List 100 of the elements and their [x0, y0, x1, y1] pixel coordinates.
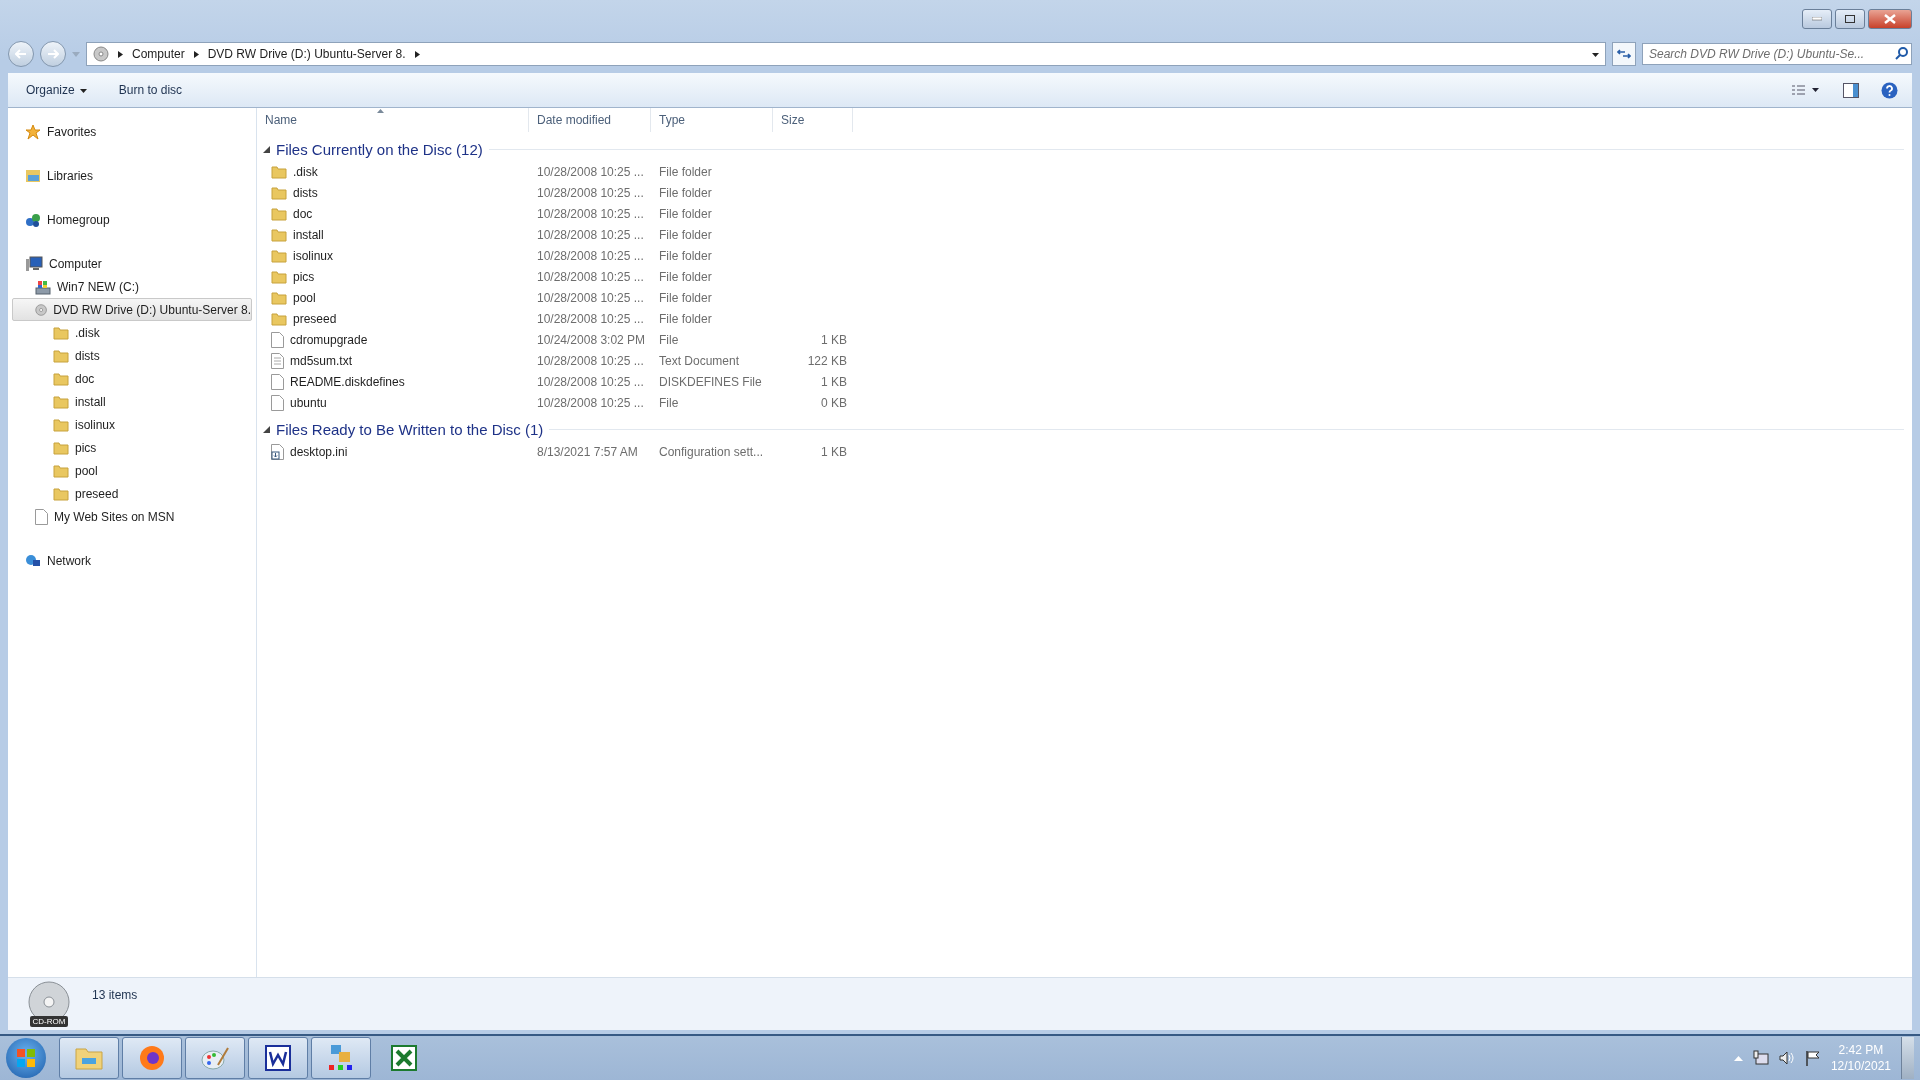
search-icon: [1895, 47, 1908, 60]
column-header[interactable]: Name: [257, 108, 529, 132]
file-name[interactable]: doc: [293, 206, 313, 221]
file-name[interactable]: preseed: [293, 311, 337, 326]
sidebar-item[interactable]: preseed: [12, 482, 252, 505]
sidebar-item[interactable]: Network: [12, 549, 252, 572]
spreadsheet-x-icon: [391, 1045, 417, 1071]
sidebar-item[interactable]: doc: [12, 367, 252, 390]
browser-icon: [138, 1044, 166, 1072]
column-header[interactable]: Size: [773, 108, 853, 132]
breadcrumb[interactable]: Computer: [132, 47, 185, 61]
folder-icon: [271, 269, 287, 284]
sidebar-item[interactable]: Computer: [12, 252, 252, 275]
group-heading[interactable]: Files Ready to Be Written to the Disc (1): [276, 420, 544, 438]
file-type: File folder: [659, 185, 712, 200]
date-modified: 10/28/2008 10:25 ...: [537, 185, 644, 200]
file-size: 1 KB: [821, 332, 847, 347]
forward-button[interactable]: [40, 41, 66, 67]
column-header[interactable]: Date modified: [529, 108, 651, 132]
toolbar-button[interactable]: Organize: [22, 80, 91, 100]
date-modified: 8/13/2021 7:57 AM: [537, 444, 638, 459]
folder-icon: [271, 227, 287, 242]
group-heading[interactable]: Files Currently on the Disc (12): [276, 140, 483, 158]
drive-icon: [35, 278, 51, 295]
folder-icon: [53, 417, 69, 432]
file-name[interactable]: install: [293, 227, 324, 242]
forward-arrow-icon: [47, 49, 59, 59]
file-size: 1 KB: [821, 444, 847, 459]
sidebar-item[interactable]: My Web Sites on MSN: [12, 505, 252, 528]
sidebar-item[interactable]: isolinux: [12, 413, 252, 436]
folder-icon: [271, 290, 287, 305]
toolbar-button[interactable]: Burn to disc: [114, 80, 187, 100]
speaker-icon[interactable]: [1778, 1050, 1795, 1066]
disc-icon: [35, 301, 48, 318]
collapse-arrow-icon[interactable]: [263, 425, 270, 433]
sort-arrow-icon: [377, 109, 384, 113]
file-size: 1 KB: [821, 374, 847, 389]
file-type: File folder: [659, 269, 712, 284]
folder-icon: [53, 394, 69, 409]
file-type: DISKDEFINES File: [659, 374, 762, 389]
sidebar-item[interactable]: DVD RW Drive (D:) Ubuntu-Server 8.: [12, 298, 252, 321]
file-name[interactable]: cdromupgrade: [290, 332, 368, 347]
maximize-button[interactable]: [1835, 9, 1865, 29]
history-caret-icon: [72, 51, 80, 57]
date-modified: 10/28/2008 10:25 ...: [537, 395, 644, 410]
sidebar-item[interactable]: pool: [12, 459, 252, 482]
date-modified: 10/28/2008 10:25 ...: [537, 311, 644, 326]
sidebar-item[interactable]: Homegroup: [12, 208, 252, 231]
file-size: 122 KB: [807, 353, 847, 368]
dropdown-caret-icon: [79, 86, 87, 94]
network-icon[interactable]: [1752, 1050, 1769, 1066]
view-list-icon[interactable]: [1791, 84, 1821, 96]
help-icon[interactable]: [1881, 81, 1898, 99]
file-name[interactable]: dists: [293, 185, 318, 200]
file-name[interactable]: README.diskdefines: [290, 374, 405, 389]
sidebar-item[interactable]: .disk: [12, 321, 252, 344]
file-icon: [271, 373, 284, 390]
date-modified: 10/24/2008 3:02 PM: [537, 332, 646, 347]
sidebar-item[interactable]: Libraries: [12, 164, 252, 187]
taskbar-button[interactable]: [122, 1037, 182, 1079]
folder-icon: [53, 371, 69, 386]
file-name[interactable]: desktop.ini: [290, 444, 348, 459]
disc-icon: [93, 46, 109, 62]
palette-icon: [200, 1045, 230, 1071]
file-name[interactable]: .disk: [293, 164, 318, 179]
sidebar-item[interactable]: Favorites: [12, 120, 252, 143]
search-field[interactable]: Search DVD RW Drive (D:) Ubuntu-Se...: [1642, 43, 1912, 65]
library-icon: [25, 168, 41, 183]
file-name[interactable]: isolinux: [293, 248, 334, 263]
file-type: File folder: [659, 227, 712, 242]
date-modified: 10/28/2008 10:25 ...: [537, 248, 644, 263]
close-button[interactable]: [1868, 9, 1912, 29]
column-header[interactable]: Type: [651, 108, 773, 132]
file-name[interactable]: ubuntu: [290, 395, 327, 410]
show-desktop-button[interactable]: [1901, 1037, 1914, 1079]
breadcrumb[interactable]: DVD RW Drive (D:) Ubuntu-Server 8.: [207, 47, 406, 61]
date-modified: 10/28/2008 10:25 ...: [537, 353, 644, 368]
file-name[interactable]: md5sum.txt: [290, 353, 352, 368]
address-bar[interactable]: Computer DVD RW Drive (D:) Ubuntu-Server 8.: [86, 42, 1606, 66]
collapse-arrow-icon[interactable]: [263, 145, 270, 153]
file-type: File folder: [659, 311, 712, 326]
sidebar-item[interactable]: Win7 NEW (C:): [12, 275, 252, 298]
folder-icon: [53, 440, 69, 455]
preview-pane-icon[interactable]: [1843, 82, 1859, 98]
close-icon: [1884, 14, 1896, 24]
folder-icon: [271, 206, 287, 221]
file-name[interactable]: pool: [293, 290, 316, 305]
sidebar-item[interactable]: pics: [12, 436, 252, 459]
start-button[interactable]: [6, 1038, 46, 1078]
back-button[interactable]: [8, 41, 34, 67]
flag-icon[interactable]: [1804, 1050, 1821, 1066]
computer-icon: [25, 255, 43, 272]
sidebar-item[interactable]: install: [12, 390, 252, 413]
sidebar-item[interactable]: dists: [12, 344, 252, 367]
refresh-button[interactable]: [1612, 42, 1636, 66]
breadcrumb-arrow-icon: [413, 50, 421, 58]
file-name[interactable]: pics: [293, 269, 315, 284]
taskbar-button[interactable]: [248, 1037, 308, 1079]
date-modified: 10/28/2008 10:25 ...: [537, 206, 644, 221]
folder-icon: [53, 348, 69, 363]
